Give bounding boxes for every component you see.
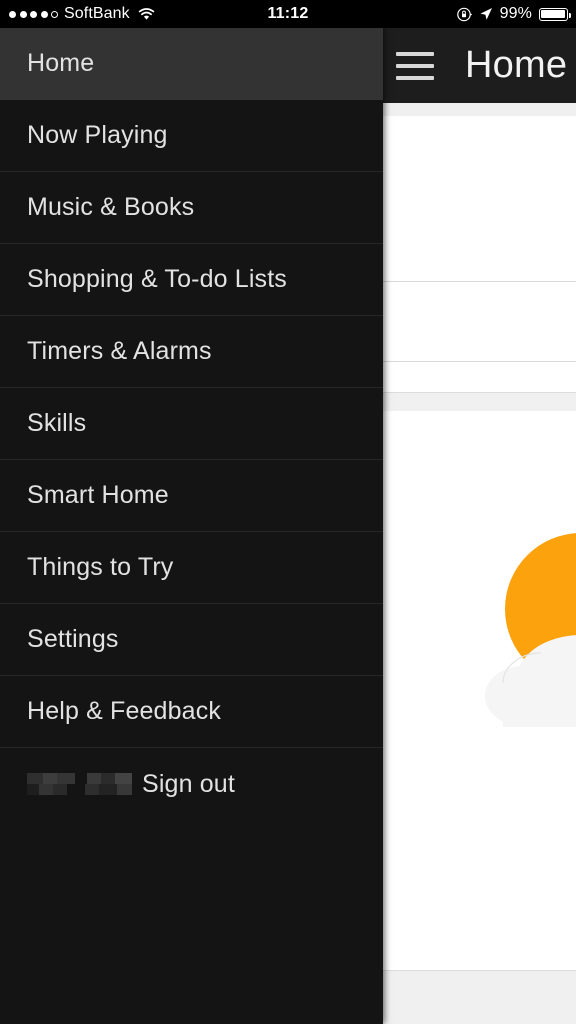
page-title: Home [465, 44, 568, 86]
partly-sunny-icon [463, 531, 576, 731]
status-bar-clock: 11:12 [267, 5, 309, 22]
sidebar-item-smart-home[interactable]: Smart Home [0, 460, 383, 532]
sidebar-item-label: Shopping & To-do Lists [27, 265, 287, 293]
navigation-drawer: Home Now Playing Music & Books Shopping … [0, 28, 383, 1024]
sidebar-item-label: Things to Try [27, 553, 174, 581]
sidebar-item-label: Music & Books [27, 193, 195, 221]
sidebar-item-label: Help & Feedback [27, 697, 222, 725]
sidebar-item-sign-out[interactable]: Sign out [0, 748, 383, 820]
status-bar: SoftBank 11:12 99% [0, 0, 576, 28]
sidebar-item-label: Now Playing [27, 121, 168, 149]
sidebar-item-now-playing[interactable]: Now Playing [0, 100, 383, 172]
sidebar-item-timers-alarms[interactable]: Timers & Alarms [0, 316, 383, 388]
redacted-account-name [27, 773, 132, 795]
sidebar-item-things-to-try[interactable]: Things to Try [0, 532, 383, 604]
sidebar-item-label: Settings [27, 625, 119, 653]
sign-out-label: Sign out [142, 769, 235, 798]
hamburger-menu-icon[interactable] [396, 51, 434, 80]
battery-icon [539, 7, 572, 21]
sidebar-item-music-books[interactable]: Music & Books [0, 172, 383, 244]
sidebar-item-shopping-todo-lists[interactable]: Shopping & To-do Lists [0, 244, 383, 316]
sidebar-item-label: Skills [27, 409, 87, 437]
sidebar-item-label: Timers & Alarms [27, 337, 212, 365]
sidebar-item-skills[interactable]: Skills [0, 388, 383, 460]
sidebar-item-home[interactable]: Home [0, 28, 383, 100]
sidebar-item-help-feedback[interactable]: Help & Feedback [0, 676, 383, 748]
sidebar-item-label: Home [27, 49, 95, 77]
sidebar-item-label: Smart Home [27, 481, 169, 509]
sidebar-item-settings[interactable]: Settings [0, 604, 383, 676]
app-root: SoftBank 11:12 99% Home Home Now Playing… [0, 0, 576, 1024]
